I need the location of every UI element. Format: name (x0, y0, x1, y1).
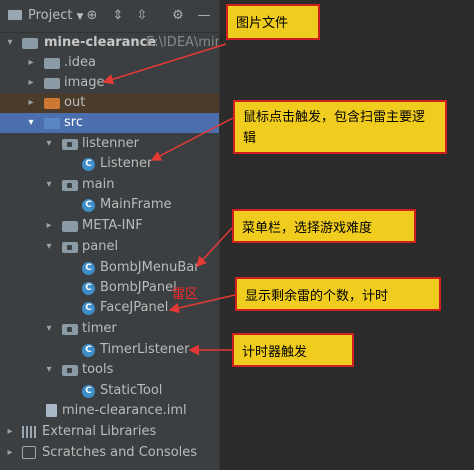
arrow-listener (150, 117, 234, 161)
arrow-image (102, 43, 227, 85)
annotation-listener: 鼠标点击触发，包含扫雷主要逻辑 (233, 100, 447, 154)
annotation-timer: 计时器触发 (232, 333, 354, 367)
annotation-facepanel: 显示剩余雷的个数，计时 (235, 277, 441, 311)
arrow-menubar (195, 227, 233, 268)
annotation-image-text: 图片文件 (236, 16, 289, 31)
annotation-listener-text: 鼠标点击触发，包含扫雷主要逻辑 (243, 110, 426, 146)
annotation-image: 图片文件 (226, 4, 320, 40)
annotation-menubar: 菜单栏，选择游戏难度 (232, 209, 416, 243)
annotation-timer-text: 计时器触发 (242, 345, 308, 360)
annotation-facepanel-text: 显示剩余雷的个数，计时 (245, 289, 389, 304)
annotation-bombpanel-text: 雷区 (172, 287, 199, 302)
annotation-menubar-text: 菜单栏，选择游戏难度 (242, 221, 373, 236)
